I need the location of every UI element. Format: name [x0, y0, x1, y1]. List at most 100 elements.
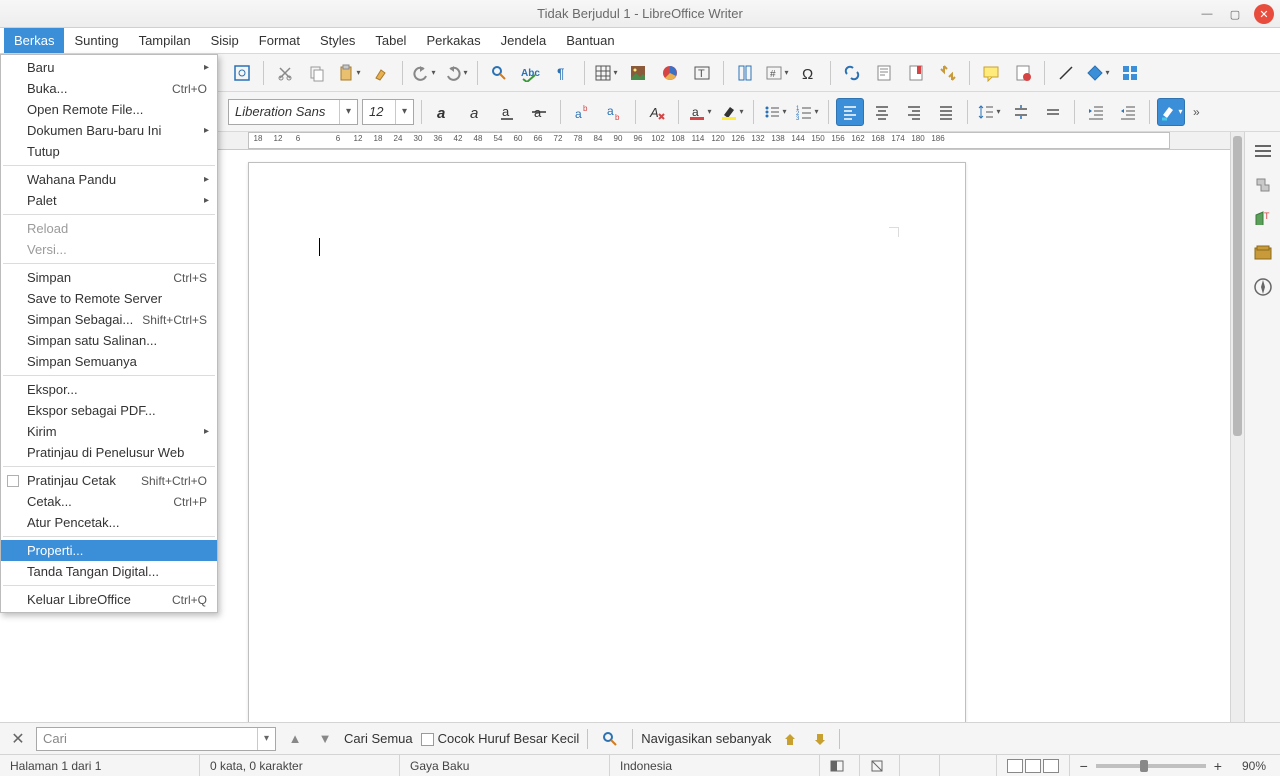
insert-cross-reference-icon[interactable]	[934, 59, 962, 87]
find-all-button[interactable]: Cari Semua	[344, 731, 413, 746]
status-language[interactable]: Indonesia	[610, 755, 820, 776]
menu-jendela[interactable]: Jendela	[491, 28, 557, 53]
menu-sunting[interactable]: Sunting	[64, 28, 128, 53]
font-size-combo[interactable]: 12▾	[362, 99, 414, 125]
undo-icon[interactable]: ▾	[410, 59, 438, 87]
font-name-combo[interactable]: Liberation Sans▾	[228, 99, 358, 125]
close-button[interactable]: ✕	[1254, 4, 1274, 24]
align-center-icon[interactable]	[868, 98, 896, 126]
properes-1-icon[interactable]	[1250, 172, 1276, 198]
gallery-sidebar-icon[interactable]	[1250, 240, 1276, 266]
file-menu-item[interactable]: Ekspor...	[1, 379, 217, 400]
navigate-next-icon[interactable]	[809, 728, 831, 750]
spellcheck-icon[interactable]: Abc	[517, 59, 545, 87]
bold-icon[interactable]: a	[429, 98, 457, 126]
insert-page-break-icon[interactable]	[731, 59, 759, 87]
menu-berkas[interactable]: Berkas	[4, 28, 64, 53]
styles-sidebar-icon[interactable]: T	[1250, 206, 1276, 232]
align-right-icon[interactable]	[900, 98, 928, 126]
show-draw-functions-icon[interactable]	[1116, 59, 1144, 87]
decrease-indent-icon[interactable]	[1114, 98, 1142, 126]
file-menu-item[interactable]: SimpanCtrl+S	[1, 267, 217, 288]
highlight-color-icon[interactable]: ▾	[718, 98, 746, 126]
menu-sisip[interactable]: Sisip	[201, 28, 249, 53]
format-paintbrush-icon[interactable]	[367, 59, 395, 87]
zoom-slider[interactable]	[1096, 764, 1206, 768]
find-input[interactable]: Cari ▾	[36, 727, 276, 751]
insert-textbox-icon[interactable]: T	[688, 59, 716, 87]
numbered-list-icon[interactable]: 123▾	[793, 98, 821, 126]
align-justify-icon[interactable]	[932, 98, 960, 126]
page-canvas[interactable]	[248, 162, 966, 732]
file-menu-item[interactable]: Dokumen Baru-baru Ini▸	[1, 120, 217, 141]
find-next-icon[interactable]: ▼	[314, 728, 336, 750]
file-menu-item[interactable]: Save to Remote Server	[1, 288, 217, 309]
menu-styles[interactable]: Styles	[310, 28, 365, 53]
insert-image-icon[interactable]	[624, 59, 652, 87]
toolbar-overflow-icon[interactable]: »	[1193, 105, 1200, 119]
close-find-icon[interactable]: ✕	[8, 729, 28, 749]
insert-line-icon[interactable]	[1052, 59, 1080, 87]
insert-field-icon[interactable]: #▾	[763, 59, 791, 87]
minimize-button[interactable]: —	[1198, 5, 1216, 23]
file-menu-item[interactable]: Buka...Ctrl+O	[1, 78, 217, 99]
increase-indent-icon[interactable]	[1082, 98, 1110, 126]
line-spacing-icon[interactable]: ▾	[975, 98, 1003, 126]
superscript-icon[interactable]: ab	[568, 98, 596, 126]
copy-icon[interactable]	[303, 59, 331, 87]
basic-shapes-icon[interactable]: ▾	[1084, 59, 1112, 87]
file-menu-item[interactable]: Pratinjau di Penelusur Web	[1, 442, 217, 463]
formatting-marks-icon[interactable]: ¶	[549, 59, 577, 87]
navigator-sidebar-icon[interactable]	[1250, 274, 1276, 300]
find-options-icon[interactable]	[596, 725, 624, 753]
align-left-icon[interactable]	[836, 98, 864, 126]
insert-footnote-icon[interactable]	[870, 59, 898, 87]
file-menu-item[interactable]: Palet▸	[1, 190, 217, 211]
file-menu-item[interactable]: Tutup	[1, 141, 217, 162]
insert-comment-icon[interactable]	[977, 59, 1005, 87]
paste-icon[interactable]: ▾	[335, 59, 363, 87]
strikethrough-icon[interactable]: a	[525, 98, 553, 126]
zoom-percent[interactable]: 90%	[1232, 755, 1280, 776]
underline-icon[interactable]: a	[493, 98, 521, 126]
file-menu-item[interactable]: Cetak...Ctrl+P	[1, 491, 217, 512]
file-menu-item[interactable]: Simpan satu Salinan...	[1, 330, 217, 351]
track-changes-icon[interactable]	[1009, 59, 1037, 87]
insert-special-char-icon[interactable]: Ω	[795, 59, 823, 87]
italic-icon[interactable]: a	[461, 98, 489, 126]
status-signature[interactable]	[900, 755, 940, 776]
increase-spacing-icon[interactable]	[1007, 98, 1035, 126]
font-color-icon[interactable]: a▾	[686, 98, 714, 126]
file-menu-item[interactable]: Baru▸	[1, 57, 217, 78]
zoom-controls[interactable]: − +	[1070, 755, 1232, 776]
insert-table-icon[interactable]: ▾	[592, 59, 620, 87]
menu-tabel[interactable]: Tabel	[365, 28, 416, 53]
navigate-prev-icon[interactable]	[779, 728, 801, 750]
insert-bookmark-icon[interactable]	[902, 59, 930, 87]
file-menu-item[interactable]: Kirim▸	[1, 421, 217, 442]
match-case-checkbox[interactable]	[421, 733, 434, 746]
status-selection-mode[interactable]	[860, 755, 900, 776]
redo-icon[interactable]: ▾	[442, 59, 470, 87]
file-menu-item[interactable]: Atur Pencetak...	[1, 512, 217, 533]
vertical-scrollbar[interactable]	[1230, 132, 1244, 732]
file-menu-item[interactable]: Simpan Semuanya	[1, 351, 217, 372]
paragraph-highlight-icon[interactable]: ▾	[1157, 98, 1185, 126]
decrease-spacing-icon[interactable]	[1039, 98, 1067, 126]
file-menu-item[interactable]: Ekspor sebagai PDF...	[1, 400, 217, 421]
bullet-list-icon[interactable]: ▾	[761, 98, 789, 126]
menu-tampilan[interactable]: Tampilan	[129, 28, 201, 53]
menu-bantuan[interactable]: Bantuan	[556, 28, 624, 53]
find-replace-icon[interactable]	[485, 59, 513, 87]
insert-hyperlink-icon[interactable]	[838, 59, 866, 87]
find-prev-icon[interactable]: ▲	[284, 728, 306, 750]
status-style[interactable]: Gaya Baku	[400, 755, 610, 776]
menu-perkakas[interactable]: Perkakas	[416, 28, 490, 53]
file-menu-item[interactable]: Tanda Tangan Digital...	[1, 561, 217, 582]
file-menu-item[interactable]: Simpan Sebagai...Shift+Ctrl+S	[1, 309, 217, 330]
status-words[interactable]: 0 kata, 0 karakter	[200, 755, 400, 776]
file-menu-item[interactable]: Pratinjau CetakShift+Ctrl+O	[1, 470, 217, 491]
file-menu-item[interactable]: Wahana Pandu▸	[1, 169, 217, 190]
file-menu-item[interactable]: Open Remote File...	[1, 99, 217, 120]
sidebar-menu-icon[interactable]	[1250, 138, 1276, 164]
